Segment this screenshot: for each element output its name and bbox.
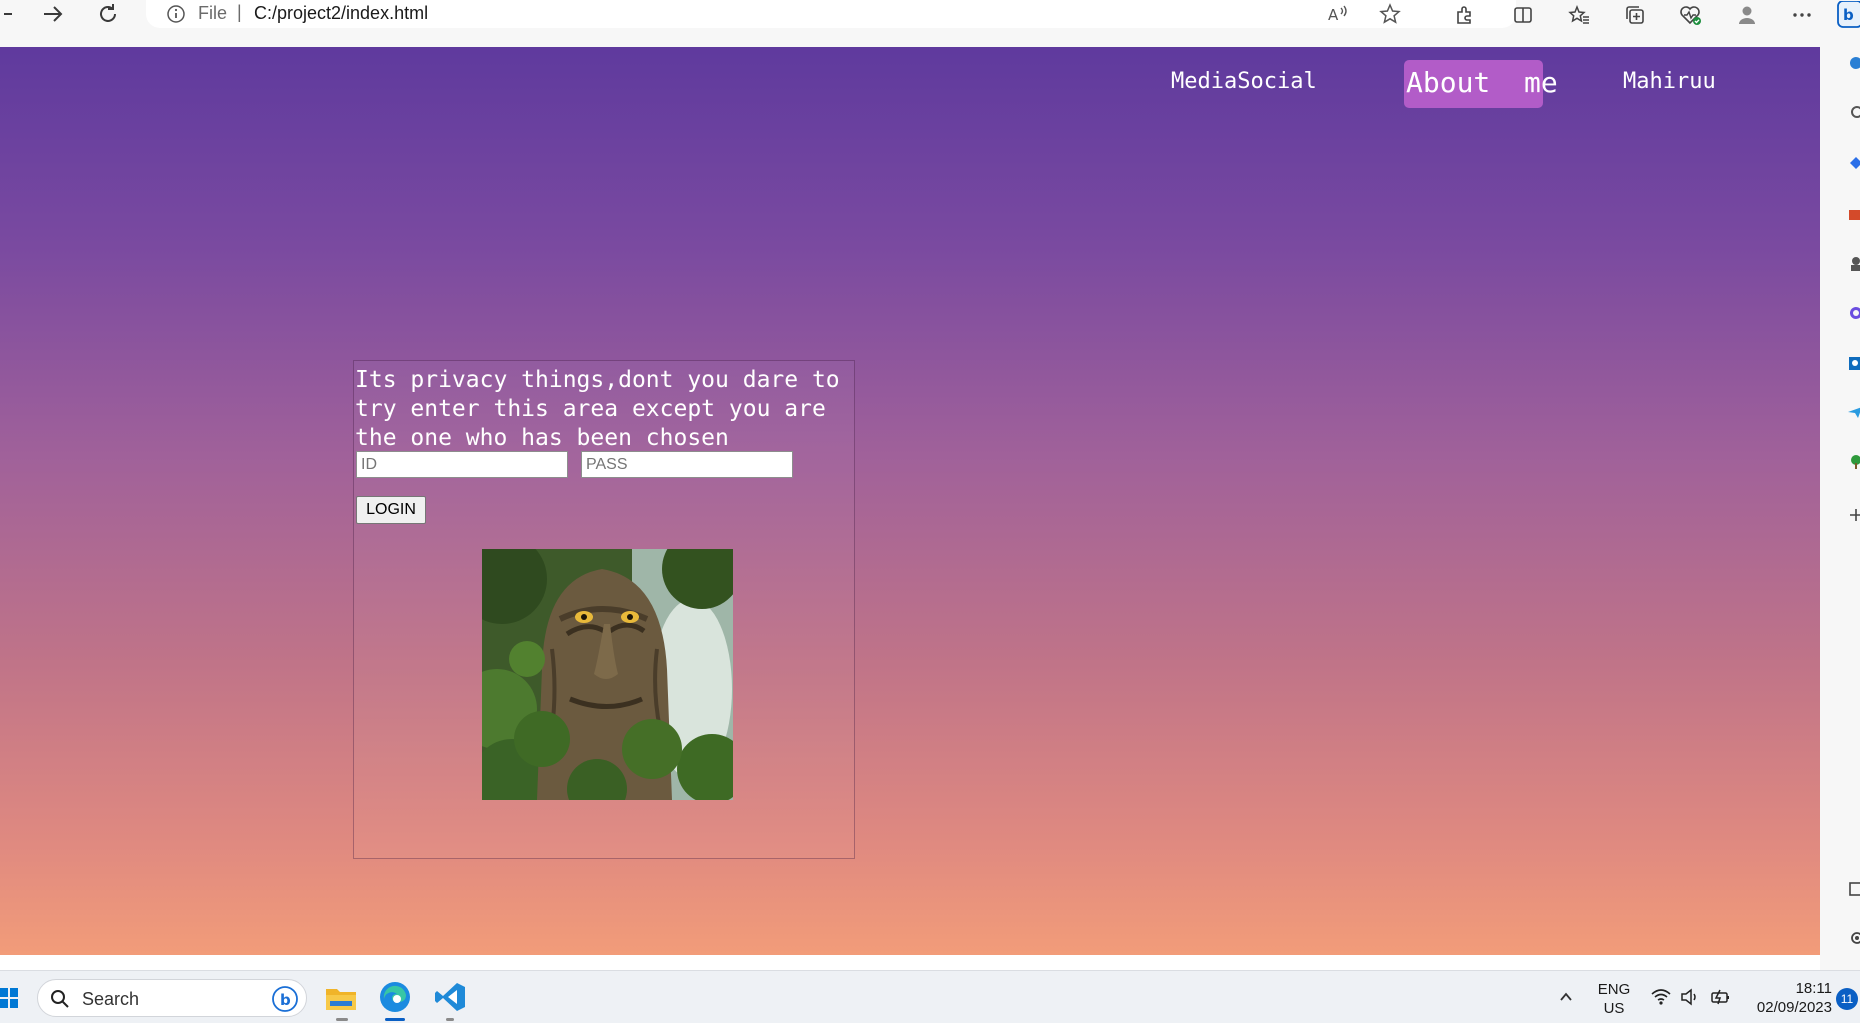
more-options-icon[interactable] — [1787, 2, 1817, 28]
wifi-icon[interactable] — [1651, 988, 1671, 1006]
taskbar-search[interactable]: Search b — [37, 979, 307, 1017]
notifications-bell-icon[interactable] — [1846, 55, 1860, 71]
tree-app-icon[interactable] — [1846, 453, 1860, 469]
svg-text:A: A — [1328, 6, 1339, 24]
nav-link-mediasocial[interactable]: MediaSocial — [1171, 69, 1317, 94]
windows-taskbar: Search b ENG US 18:11 02/09/2023 11 — [0, 970, 1860, 1023]
url-separator: | — [237, 2, 242, 22]
vscode-icon[interactable] — [433, 980, 467, 1014]
edge-browser-icon[interactable] — [378, 980, 412, 1014]
battery-charging-icon[interactable] — [1710, 988, 1732, 1006]
info-icon[interactable] — [166, 4, 186, 24]
file-explorer-icon[interactable] — [324, 981, 358, 1015]
shopping-tag-icon[interactable] — [1846, 155, 1860, 171]
add-icon[interactable] — [1846, 507, 1860, 523]
split-screen-icon[interactable] — [1508, 2, 1538, 28]
send-plane-icon[interactable] — [1846, 404, 1860, 420]
id-input[interactable] — [356, 451, 568, 478]
bing-copilot-icon[interactable]: b — [1836, 1, 1860, 28]
edge-active-indicator — [385, 1018, 405, 1021]
login-button[interactable]: LOGIN — [356, 496, 426, 524]
privacy-message: Its privacy things,dont you dare to try … — [355, 367, 840, 451]
url-text[interactable]: C:/project2/index.html — [254, 3, 428, 24]
read-aloud-icon[interactable]: A — [1326, 2, 1350, 26]
clock-date: 02/09/2023 — [1756, 999, 1832, 1016]
extensions-icon[interactable] — [1449, 2, 1479, 28]
clock-time: 18:11 — [1795, 980, 1832, 997]
nav-link-about-me[interactable]: About me — [1404, 60, 1558, 108]
refresh-icon[interactable] — [88, 0, 128, 28]
hide-sidebar-icon[interactable] — [1846, 881, 1860, 897]
search-icon — [50, 989, 70, 1009]
sidebar-settings-icon[interactable] — [1846, 930, 1860, 946]
url-scheme-label: File — [198, 3, 228, 23]
language-code: ENG — [1597, 981, 1631, 998]
windows-start-icon[interactable] — [0, 988, 18, 1008]
favorite-star-icon[interactable] — [1378, 2, 1402, 26]
search-label: Search — [82, 989, 140, 1009]
browser-toolbar: File | C:/project2/index.html A b — [0, 0, 1860, 47]
page-viewport: MediaSocial About me Mahiruu Its privacy… — [0, 47, 1820, 955]
browser-essentials-icon[interactable] — [1675, 2, 1705, 28]
edge-sidebar — [1820, 47, 1860, 970]
favorites-icon[interactable] — [1564, 2, 1594, 28]
games-icon[interactable] — [1846, 256, 1860, 272]
pass-input[interactable] — [581, 451, 793, 478]
bing-icon[interactable]: b — [272, 986, 298, 1012]
collections-icon[interactable] — [1620, 2, 1650, 28]
volume-icon[interactable] — [1680, 988, 1700, 1006]
forward-icon[interactable] — [33, 0, 73, 28]
back-icon[interactable] — [0, 0, 12, 28]
search-icon[interactable] — [1846, 105, 1860, 121]
show-hidden-icons-chevron-icon[interactable] — [1558, 989, 1574, 1005]
keyboard-region: US — [1603, 1000, 1625, 1017]
copilot-icon[interactable] — [1846, 305, 1860, 321]
svg-text:b: b — [280, 991, 291, 1009]
input-language[interactable]: ENG US — [1594, 980, 1634, 1018]
vscode-running-indicator — [446, 1018, 454, 1021]
nav-link-mahiruu[interactable]: Mahiruu — [1623, 69, 1716, 94]
svg-text:b: b — [1843, 6, 1854, 24]
notification-count-badge[interactable]: 11 — [1836, 988, 1858, 1010]
taskbar-clock[interactable]: 18:11 02/09/2023 — [1748, 979, 1832, 1017]
outlook-icon[interactable] — [1846, 355, 1860, 371]
address-bar[interactable]: File | C:/project2/index.html A — [146, 0, 1516, 28]
tree-face-image — [482, 549, 733, 800]
tools-briefcase-icon[interactable] — [1846, 206, 1860, 222]
login-panel: Its privacy things,dont you dare to try … — [353, 360, 855, 859]
profile-avatar-icon[interactable] — [1732, 2, 1762, 28]
explorer-running-indicator — [336, 1018, 348, 1021]
